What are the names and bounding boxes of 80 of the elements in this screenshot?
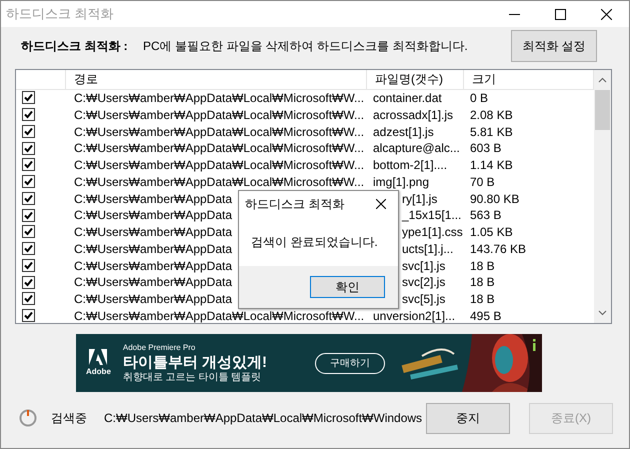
filename-cell: svc[1].js [402, 258, 446, 272]
checkbox[interactable] [22, 225, 35, 238]
settings-button[interactable]: 최적화 설정 [511, 30, 597, 62]
stop-button[interactable]: 중지 [426, 402, 510, 434]
filename-cell: svc[5].js [402, 292, 446, 306]
size-cell: 143.76 KB [470, 242, 526, 256]
ad-subline: 취향대로 고르는 타이틀 템플릿 [122, 372, 262, 384]
filename-cell: adzest[1].js [373, 124, 434, 138]
filename-cell: acrossadx[1].js [373, 108, 454, 122]
filename-cell: img[1].png [373, 174, 430, 189]
progress-icon [19, 409, 37, 427]
size-cell: 603 B [470, 141, 502, 156]
checkbox[interactable] [22, 309, 35, 322]
size-cell: 5.81 KB [470, 124, 513, 138]
info-icon[interactable] [531, 339, 537, 351]
adobe-logo-icon [89, 349, 108, 365]
dialog-title: 하드디스크 최적화 [245, 196, 346, 213]
checkbox[interactable] [22, 258, 35, 272]
filename-cell: ype1[1].css [402, 225, 463, 239]
path-cell: C:₩Users₩amber₩AppData [74, 275, 232, 290]
path-cell: C:₩Users₩amber₩AppData₩Local₩Microsoft₩W... [74, 108, 364, 122]
checkbox[interactable] [22, 142, 35, 155]
checkbox[interactable] [22, 158, 35, 172]
size-cell: 1.05 KB [470, 225, 513, 239]
window-title: 하드디스크 최적화 [6, 5, 114, 24]
filename-cell: container.dat [373, 91, 442, 105]
close-icon[interactable] [600, 8, 612, 20]
checkbox[interactable] [22, 175, 35, 188]
status-label: 검색중 [51, 410, 88, 427]
checkbox[interactable] [22, 124, 35, 138]
close-icon[interactable] [376, 199, 386, 209]
size-cell: 18 B [470, 292, 495, 306]
column-header[interactable]: 파일명(갯수) [367, 70, 464, 89]
dialog-message: 검색이 완료되었습니다. [251, 234, 378, 250]
path-cell: C:₩Users₩amber₩AppData [74, 208, 232, 222]
size-cell: 18 B [470, 258, 495, 272]
checkbox[interactable] [22, 208, 35, 222]
path-cell: C:₩Users₩amber₩AppData₩Local₩Microsoft₩W... [74, 308, 364, 323]
checkbox[interactable] [22, 242, 35, 256]
filename-cell: alcapture@alc... [373, 141, 460, 156]
path-cell: C:₩Users₩amber₩AppData₩Local₩Microsoft₩W... [74, 124, 364, 138]
maximize-icon[interactable] [554, 8, 566, 20]
size-cell: 18 B [470, 275, 495, 290]
checkbox[interactable] [22, 292, 35, 306]
checkbox[interactable] [22, 91, 35, 104]
header-label: 하드디스크 최적화 : [21, 38, 129, 55]
path-cell: C:₩Users₩amber₩AppData₩Local₩Microsoft₩W... [74, 91, 364, 105]
column-header[interactable]: 경로 [66, 70, 367, 89]
size-cell: 563 B [470, 208, 502, 222]
filename-cell: ry[1].js [402, 192, 438, 206]
path-cell: C:₩Users₩amber₩AppData [74, 292, 232, 306]
checkbox[interactable] [22, 192, 35, 205]
ad-headline: 타이틀부터 개성있게! [122, 352, 268, 372]
size-cell: 495 B [470, 308, 502, 323]
checkbox[interactable] [22, 276, 35, 289]
logo-text: Adobe [86, 367, 111, 377]
size-cell: 1.14 KB [470, 158, 513, 172]
size-cell: 90.80 KB [470, 192, 520, 206]
filename-cell: svc[2].js [402, 275, 446, 290]
buy-button[interactable]: 구매하기 [315, 352, 386, 374]
checkbox[interactable] [22, 108, 35, 122]
path-cell: C:₩Users₩amber₩AppData [74, 192, 232, 206]
path-cell: C:₩Users₩amber₩AppData [74, 258, 232, 272]
scroll-thumb[interactable] [595, 90, 610, 130]
path-cell: C:₩Users₩amber₩AppData₩Local₩Microsoft₩W... [74, 158, 364, 172]
current-path-text: C:₩Users₩amber₩AppData₩Local₩Microsoft₩Windows [104, 411, 422, 425]
size-cell: 70 B [470, 174, 495, 189]
path-cell: C:₩Users₩amber₩AppData [74, 242, 232, 256]
path-cell: C:₩Users₩amber₩AppData [74, 225, 232, 239]
size-cell: 0 B [470, 91, 488, 105]
filename-cell: _15x15[1... [402, 208, 462, 222]
product-name: Adobe Premiere Pro [122, 342, 196, 352]
description-text: PC에 불필요한 파일을 삭제하여 하드디스크를 최적화합니다. [143, 38, 469, 55]
ok-button[interactable]: 확인 [310, 276, 385, 298]
path-cell: C:₩Users₩amber₩AppData₩Local₩Microsoft₩W... [74, 174, 364, 189]
filename-cell: ucts[1].j... [402, 242, 454, 256]
size-cell: 2.08 KB [470, 108, 513, 122]
path-cell: C:₩Users₩amber₩AppData₩Local₩Microsoft₩W... [74, 141, 364, 156]
filename-cell: unversion2[1]... [373, 308, 456, 323]
filename-cell: bottom-2[1].... [373, 158, 448, 172]
